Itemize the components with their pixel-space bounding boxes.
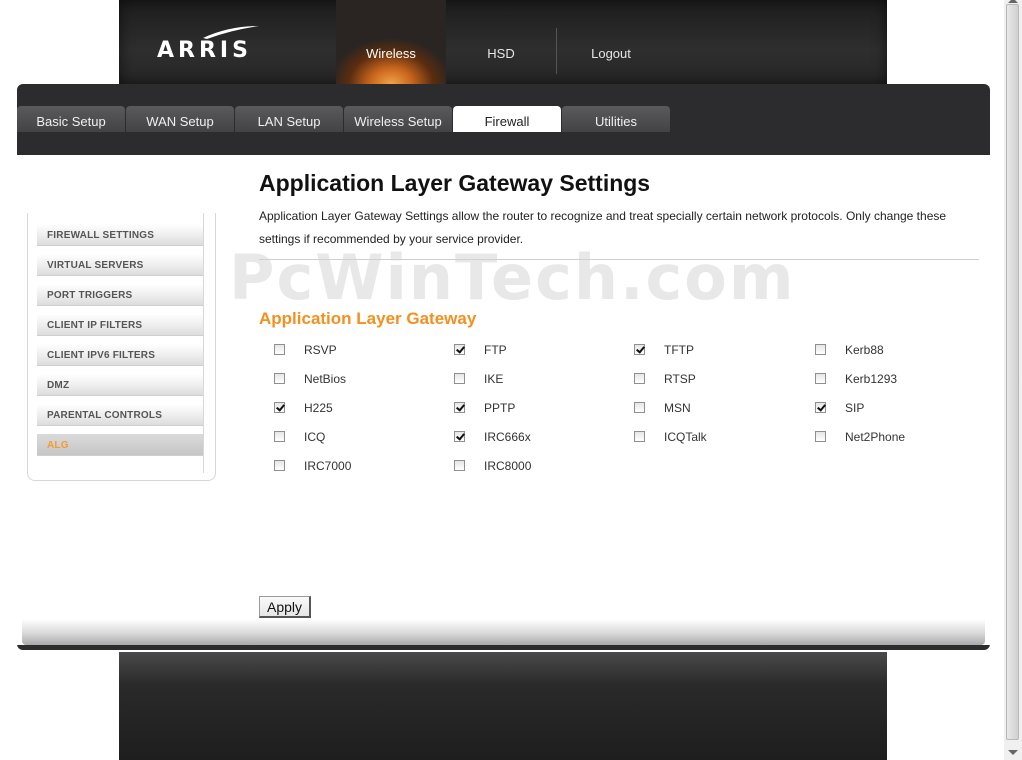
main-frame: Basic Setup WAN Setup LAN Setup Wireless… — [17, 84, 990, 650]
alg-label: TFTP — [664, 343, 694, 357]
irc666x-checkbox[interactable] — [454, 431, 465, 442]
kerb88-checkbox[interactable] — [815, 344, 826, 355]
tftp-checkbox[interactable] — [634, 344, 645, 355]
topnav-wireless[interactable]: Wireless — [336, 0, 446, 84]
vertical-scrollbar[interactable] — [1004, 0, 1022, 760]
alg-label: IRC666x — [484, 430, 531, 444]
alg-label: SIP — [845, 401, 865, 415]
sidebar-item-parental-controls[interactable]: PARENTAL CONTROLS — [37, 404, 203, 426]
alg-label: IRC7000 — [304, 459, 352, 473]
alg-label: FTP — [484, 343, 507, 357]
tab-wireless-setup[interactable]: Wireless Setup — [344, 106, 452, 132]
tab-basic-setup[interactable]: Basic Setup — [17, 106, 125, 132]
alg-label: Kerb88 — [845, 343, 884, 357]
section-title: Application Layer Gateway — [259, 309, 477, 328]
alg-label: Net2Phone — [845, 430, 906, 444]
icqtalk-checkbox[interactable] — [634, 431, 645, 442]
alg-label: RTSP — [664, 372, 696, 386]
alg-label: ICQ — [304, 430, 326, 444]
sidebar-item-firewall-settings[interactable]: FIREWALL SETTINGS — [37, 224, 203, 246]
top-header: ARRIS Wireless HSD Logout — [119, 0, 887, 84]
ike-checkbox[interactable] — [454, 373, 465, 384]
pptp-checkbox[interactable] — [454, 402, 465, 413]
sidebar-item-client-ip-filters[interactable]: CLIENT IP FILTERS — [37, 314, 203, 336]
alg-label: NetBios — [304, 372, 347, 386]
irc7000-checkbox[interactable] — [274, 460, 285, 471]
scrollbar-thumb[interactable] — [1006, 4, 1019, 740]
sidebar-item-virtual-servers[interactable]: VIRTUAL SERVERS — [37, 254, 203, 276]
page-description: Application Layer Gateway Settings allow… — [259, 209, 947, 246]
sidebar-item-alg[interactable]: ALG — [37, 434, 203, 456]
alg-label: RSVP — [304, 343, 337, 357]
alg-label: Kerb1293 — [845, 372, 898, 386]
sidebar-item-client-ipv6-filters[interactable]: CLIENT IPV6 FILTERS — [37, 344, 203, 366]
irc8000-checkbox[interactable] — [454, 460, 465, 471]
arris-logo: ARRIS — [157, 38, 252, 63]
sip-checkbox[interactable] — [815, 402, 826, 413]
ftp-checkbox[interactable] — [454, 344, 465, 355]
tab-utilities[interactable]: Utilities — [562, 106, 670, 132]
sidebar-item-port-triggers[interactable]: PORT TRIGGERS — [37, 284, 203, 306]
tab-firewall[interactable]: Firewall — [453, 106, 561, 132]
sidebar: FIREWALL SETTINGS VIRTUAL SERVERS PORT T… — [27, 213, 216, 481]
icq-checkbox[interactable] — [274, 431, 285, 442]
alg-label: IKE — [484, 372, 504, 386]
content-area: PcWinTech.com FIREWALL SETTINGS VIRTUAL … — [17, 155, 990, 645]
alg-label: H225 — [304, 401, 333, 415]
sidebar-divider — [203, 213, 204, 473]
alg-label: MSN — [664, 401, 691, 415]
logo-swoosh-icon — [203, 26, 259, 39]
msn-checkbox[interactable] — [634, 402, 645, 413]
sidebar-item-dmz[interactable]: DMZ — [37, 374, 203, 396]
kerb1293-checkbox[interactable] — [815, 373, 826, 384]
scroll-up-icon[interactable] — [1008, 0, 1018, 3]
netbios-checkbox[interactable] — [274, 373, 285, 384]
tab-wan-setup[interactable]: WAN Setup — [126, 106, 234, 132]
rtsp-checkbox[interactable] — [634, 373, 645, 384]
net2phone-checkbox[interactable] — [815, 431, 826, 442]
topnav-logout[interactable]: Logout — [556, 0, 666, 84]
tab-lan-setup[interactable]: LAN Setup — [235, 106, 343, 132]
alg-label: PPTP — [484, 401, 516, 415]
watermark: PcWinTech.com — [229, 241, 796, 314]
divider — [259, 259, 979, 260]
apply-button[interactable]: Apply — [259, 596, 311, 618]
scroll-down-icon[interactable] — [1008, 750, 1018, 755]
rsvp-checkbox[interactable] — [274, 344, 285, 355]
bottom-bar — [22, 619, 985, 645]
topnav-hsd[interactable]: HSD — [446, 0, 556, 84]
alg-label: ICQTalk — [664, 430, 707, 444]
alg-label: IRC8000 — [484, 459, 532, 473]
page-title: Application Layer Gateway Settings — [259, 170, 651, 196]
h225-checkbox[interactable] — [274, 402, 285, 413]
footer-strip — [119, 652, 887, 760]
